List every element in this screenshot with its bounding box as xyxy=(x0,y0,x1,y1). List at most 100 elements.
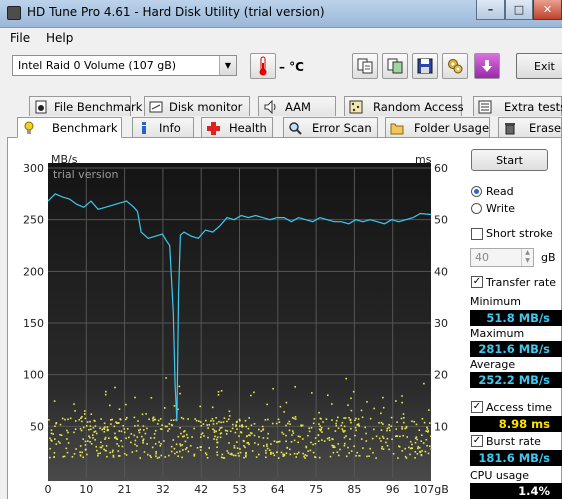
access-time-point xyxy=(420,454,423,457)
access-time-point xyxy=(62,455,64,458)
access-time-point xyxy=(334,446,336,449)
access-time-point xyxy=(409,440,412,443)
access-time-point xyxy=(404,447,406,450)
access-time-point xyxy=(375,457,377,459)
write-radio[interactable] xyxy=(471,203,482,214)
access-time-point xyxy=(380,412,382,415)
access-time-point xyxy=(304,454,306,456)
access-time-point xyxy=(389,429,391,432)
access-time-point xyxy=(50,439,52,441)
access-time-point xyxy=(126,428,129,430)
access-time-point xyxy=(175,443,178,446)
access-time-point xyxy=(262,437,265,439)
access-time-point xyxy=(93,419,95,422)
short-stroke-checkbox[interactable] xyxy=(471,228,483,240)
access-time-point xyxy=(151,446,154,449)
access-time-point xyxy=(154,429,157,432)
access-time-point xyxy=(348,417,350,419)
access-time-point xyxy=(80,417,82,419)
access-time-point xyxy=(97,454,99,457)
access-time-point xyxy=(137,424,139,427)
access-time-point xyxy=(369,447,371,450)
access-time-point xyxy=(314,437,317,439)
access-time-point xyxy=(106,455,108,458)
access-time-point xyxy=(59,423,62,426)
spin-arrows-icon[interactable]: ▲ ▼ xyxy=(521,249,533,266)
access-time-point xyxy=(254,442,256,444)
access-time-point xyxy=(170,450,173,453)
access-time-point xyxy=(350,450,353,452)
transfer-rate-checkbox[interactable]: ✓ xyxy=(471,276,483,288)
access-time-point xyxy=(193,427,195,430)
access-time-point xyxy=(106,426,109,428)
access-time-point xyxy=(285,440,287,443)
access-time-point xyxy=(345,435,347,437)
access-time-point xyxy=(303,455,305,458)
access-time-point xyxy=(121,445,124,448)
access-time-point xyxy=(182,435,184,438)
access-time-point xyxy=(390,425,393,427)
access-time-point xyxy=(160,443,162,445)
access-time-point xyxy=(239,425,241,427)
x-tick-label: 107gB xyxy=(413,483,449,496)
access-time-point xyxy=(239,451,242,454)
access-time-point xyxy=(283,411,285,413)
access-time-point xyxy=(200,425,203,427)
maximum-value: 281.6 MB/s xyxy=(470,341,562,357)
access-time-point xyxy=(382,396,384,399)
access-time-point xyxy=(146,427,148,430)
y-right-tick-label: 60 xyxy=(434,162,448,175)
access-time-point xyxy=(328,439,331,441)
access-time-point xyxy=(79,454,82,457)
access-time-point xyxy=(85,425,88,427)
access-time-point xyxy=(414,441,417,444)
access-time-point xyxy=(327,394,329,396)
access-time-point xyxy=(53,400,56,402)
access-time-point xyxy=(168,454,170,457)
access-time-point xyxy=(423,421,426,424)
access-time-point xyxy=(49,437,51,440)
access-time-point xyxy=(293,439,296,442)
access-time-point xyxy=(212,420,215,422)
access-time-point xyxy=(273,454,276,457)
access-time-point xyxy=(81,451,83,454)
access-time-point xyxy=(421,450,423,452)
access-time-point xyxy=(415,436,418,438)
access-time-point xyxy=(358,425,360,427)
access-time-point xyxy=(73,403,75,405)
access-time-point xyxy=(183,431,185,433)
access-time-point xyxy=(171,424,174,427)
access-time-point xyxy=(105,445,108,447)
access-time-point xyxy=(382,437,385,439)
start-button[interactable]: Start xyxy=(471,149,548,171)
access-time-point xyxy=(101,445,104,447)
access-time-point xyxy=(424,450,427,453)
access-time-point xyxy=(244,419,247,422)
access-time-point xyxy=(411,420,413,422)
access-time-point xyxy=(211,418,214,420)
access-time-point xyxy=(158,441,160,443)
read-radio[interactable] xyxy=(471,186,482,197)
access-time-point xyxy=(417,445,420,448)
access-time-point xyxy=(157,419,160,422)
burst-rate-checkbox[interactable]: ✓ xyxy=(471,435,483,447)
access-time-point xyxy=(348,452,350,454)
access-time-point xyxy=(54,438,56,440)
access-time-point xyxy=(153,433,156,435)
access-time-point xyxy=(406,436,408,438)
access-time-point xyxy=(289,453,292,456)
access-time-point xyxy=(361,416,364,419)
access-time-point xyxy=(159,445,162,447)
access-time-point xyxy=(164,425,167,428)
access-time-point xyxy=(373,428,375,431)
short-stroke-input[interactable]: 40 ▲ ▼ xyxy=(470,248,534,267)
access-time-point xyxy=(360,438,363,440)
access-time-point xyxy=(79,451,81,453)
access-time-checkbox[interactable]: ✓ xyxy=(471,401,483,413)
access-time-point xyxy=(306,454,308,457)
access-time-point xyxy=(170,419,173,422)
short-stroke-unit: gB xyxy=(541,251,556,264)
access-time-point xyxy=(111,451,114,453)
access-time-point xyxy=(292,430,294,432)
access-time-point xyxy=(210,420,212,422)
